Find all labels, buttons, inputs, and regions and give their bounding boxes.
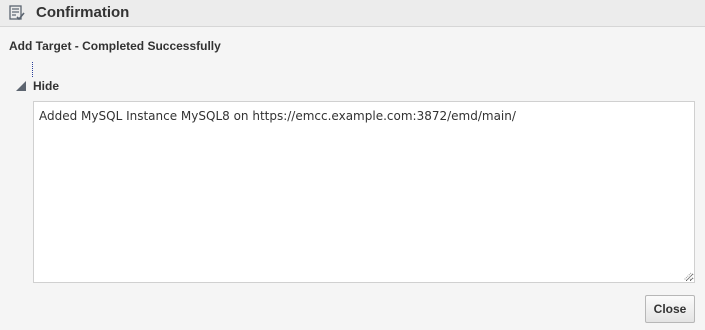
close-button[interactable]: Close bbox=[645, 295, 695, 323]
toggle-label: Hide bbox=[33, 79, 60, 93]
dialog-title: Confirmation bbox=[36, 4, 130, 21]
triangle-expanded-icon bbox=[16, 81, 26, 91]
hide-details-toggle[interactable]: Hide bbox=[15, 79, 59, 93]
confirmation-dialog: Confirmation Add Target - Completed Succ… bbox=[0, 0, 705, 330]
checklist-icon bbox=[9, 5, 25, 21]
message-textarea[interactable]: Added MySQL Instance MySQL8 on https://e… bbox=[33, 101, 695, 283]
resize-grip-icon[interactable] bbox=[682, 271, 692, 281]
focus-indicator bbox=[32, 62, 33, 77]
status-heading: Add Target - Completed Successfully bbox=[9, 39, 221, 53]
dialog-titlebar: Confirmation bbox=[0, 0, 705, 27]
